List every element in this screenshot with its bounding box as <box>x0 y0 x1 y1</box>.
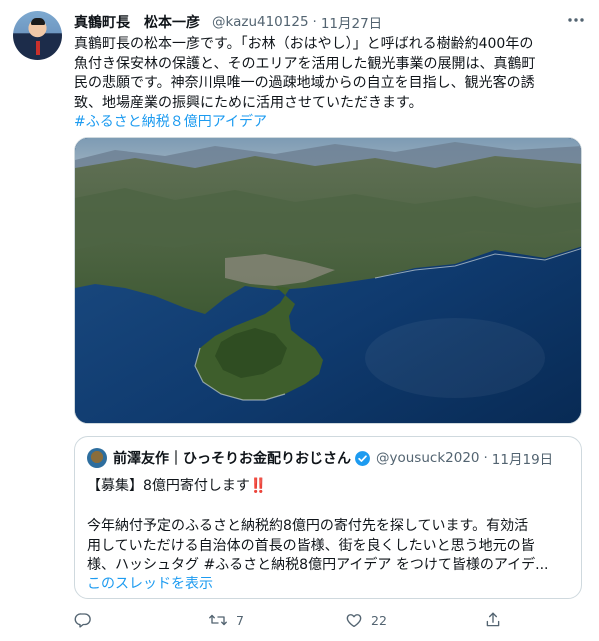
quoted-headline: 【募集】8億円寄付します‼️ <box>87 475 575 495</box>
like-button[interactable]: 22 <box>345 608 387 632</box>
show-thread-link[interactable]: このスレッドを表示 <box>87 573 213 593</box>
separator-dot: · <box>312 14 317 30</box>
verified-badge-icon <box>354 450 371 467</box>
author-display-name[interactable]: 真鶴町長 松本一彦 <box>74 12 200 32</box>
author-avatar[interactable] <box>13 11 62 60</box>
author-handle[interactable]: @kazu410125 <box>212 14 309 30</box>
share-icon <box>484 611 502 629</box>
separator-dot: · <box>483 450 488 466</box>
quoted-handle[interactable]: @yousuck2020 <box>376 450 480 466</box>
quoted-body: 今年納付予定のふるさと納税約8億円の寄付先を探しています。有効活 用していただけ… <box>87 517 577 576</box>
avatar-hair <box>31 18 45 25</box>
tweet-text-line: 致、地場産業の振興にために活用させていただきます。 <box>74 94 423 111</box>
share-button[interactable] <box>484 608 510 632</box>
quoted-header: 前澤友作｜ひっそりお金配りおじさん @yousuck2020 · 11月19日 <box>113 447 553 469</box>
quoted-display-name[interactable]: 前澤友作｜ひっそりお金配りおじさん <box>113 448 351 468</box>
quoted-body-line: 用していただける自治体の首長の皆様、街を良くしたいと思う地元の皆 <box>87 537 535 554</box>
tweet-timestamp[interactable]: 11月27日 <box>321 12 382 32</box>
tweet-text-line: 真鶴町長の松本一彦です。「お林（おはやし）」と呼ばれる樹齢約400年の <box>74 36 534 52</box>
double-exclamation-emoji: ‼️ <box>249 478 268 494</box>
retweet-count: 7 <box>236 612 244 628</box>
heart-icon <box>345 611 363 629</box>
tweet-text-line: 魚付き保安林の保護と、そのエリアを活用した観光事業の展開は、真鶴町 <box>74 55 536 72</box>
quoted-headline-text: 【募集】8億円寄付します <box>87 478 250 494</box>
reply-icon <box>74 611 92 629</box>
tweet-photo[interactable] <box>74 137 582 424</box>
quoted-timestamp[interactable]: 11月19日 <box>492 448 553 468</box>
quoted-tweet[interactable]: 前澤友作｜ひっそりお金配りおじさん @yousuck2020 · 11月19日 … <box>74 436 582 599</box>
retweet-icon <box>208 611 228 629</box>
more-horizontal-icon[interactable] <box>566 12 586 28</box>
quoted-avatar[interactable] <box>87 448 107 468</box>
tweet-header: 真鶴町長 松本一彦 @kazu410125 · 11月27日 <box>74 12 382 32</box>
quoted-body-line: 今年納付予定のふるさと納税約8億円の寄付先を探しています。有効活 <box>87 518 529 534</box>
reply-button[interactable] <box>74 608 100 632</box>
tweet-text-line: 民の悲願です。神奈川県唯一の過疎地域からの自立を目指し、観光客の誘 <box>74 75 535 91</box>
retweet-button[interactable]: 7 <box>208 608 244 632</box>
like-count: 22 <box>371 612 387 628</box>
tweet-text: 真鶴町長の松本一彦です。「お林（おはやし）」と呼ばれる樹齢約400年の 魚付き保… <box>74 35 590 133</box>
hashtag-link[interactable]: #ふるさと納税８億円アイデア <box>74 113 590 133</box>
avatar-tie <box>36 41 40 55</box>
aerial-photo <box>75 138 581 423</box>
tweet-actions: 7 22 <box>74 608 594 632</box>
